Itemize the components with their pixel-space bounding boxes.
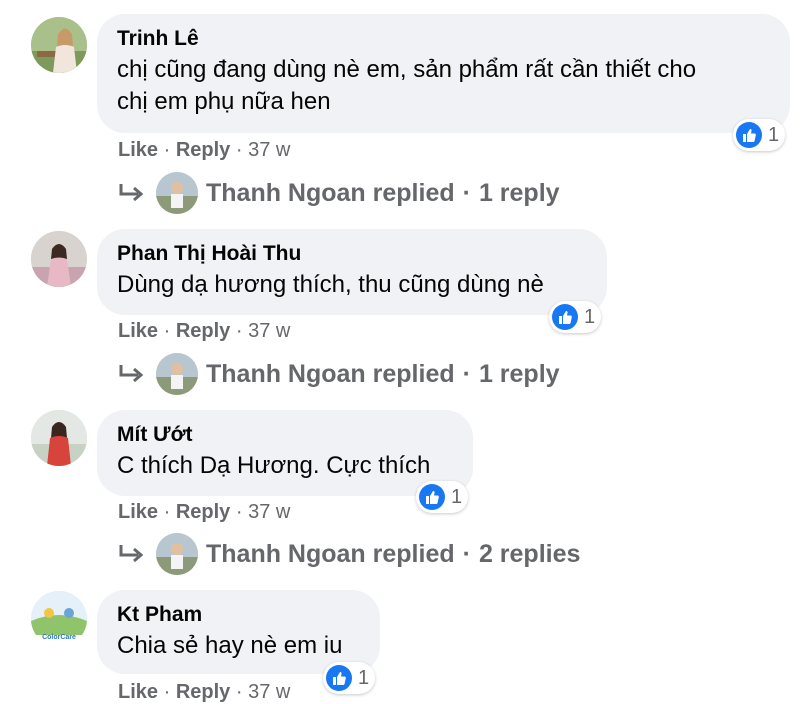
separator: · — [163, 501, 171, 523]
avatar[interactable]: ColorCare — [31, 591, 87, 647]
reply-avatar — [156, 353, 198, 395]
separator: · — [163, 681, 171, 703]
comment-author[interactable]: Trinh Lê — [117, 26, 770, 52]
like-link[interactable]: Like — [118, 681, 158, 703]
avatar[interactable] — [31, 17, 87, 73]
reply-link[interactable]: Reply — [176, 139, 230, 161]
timestamp[interactable]: 37 w — [248, 320, 290, 342]
reply-arrow-icon — [119, 184, 144, 202]
replies-author: Thanh Ngoan replied — [206, 359, 455, 388]
thumbs-up-icon — [552, 304, 578, 330]
timestamp[interactable]: 37 w — [248, 681, 290, 703]
separator: · — [235, 139, 243, 161]
comment-author[interactable]: Mít Ướt — [117, 422, 453, 448]
reaction-badge[interactable]: 1 — [733, 119, 786, 151]
separator: · — [462, 539, 471, 568]
reaction-badge[interactable]: 1 — [323, 662, 376, 694]
reply-link[interactable]: Reply — [176, 681, 230, 703]
separator: · — [235, 320, 243, 342]
like-link[interactable]: Like — [118, 501, 158, 523]
comment-text: C thích Dạ Hương. Cực thích — [117, 452, 431, 479]
separator: · — [235, 681, 243, 703]
thumbs-up-icon — [736, 122, 762, 148]
comment-bubble: Mít Ướt C thích Dạ Hương. Cực thích — [97, 410, 473, 496]
reaction-count: 1 — [451, 485, 463, 508]
comment-actions: Like · Reply · 37 w — [118, 501, 290, 524]
comment-text-line: chị cũng đang dùng nè em, sản phẩm rất c… — [117, 56, 697, 83]
replies-count: 2 replies — [478, 539, 581, 568]
avatar[interactable] — [31, 410, 87, 466]
reply-avatar — [156, 533, 198, 575]
reaction-count: 1 — [768, 123, 780, 146]
comment-text: Chia sẻ hay nè em iu — [117, 632, 343, 659]
avatar-logo-text: ColorCare — [42, 634, 76, 641]
reaction-badge[interactable]: 1 — [416, 481, 469, 513]
comment-actions: Like · Reply · 37 w — [118, 139, 290, 162]
comment-author[interactable]: Phan Thị Hoài Thu — [117, 241, 587, 267]
thumbs-up-icon — [326, 665, 352, 691]
reply-arrow-icon — [119, 365, 144, 383]
reaction-badge[interactable]: 1 — [549, 301, 602, 333]
reply-link[interactable]: Reply — [176, 320, 230, 342]
thumbs-up-icon — [419, 484, 445, 510]
replies-count: 1 reply — [478, 178, 560, 207]
view-replies[interactable]: Thanh Ngoan replied · 1 reply — [118, 172, 560, 214]
separator: · — [462, 178, 471, 207]
comment-author[interactable]: Kt Pham — [117, 602, 360, 628]
comment-text-line: chị em phụ nữa hen — [117, 88, 331, 115]
view-replies[interactable]: Thanh Ngoan replied · 1 reply — [118, 353, 560, 395]
timestamp[interactable]: 37 w — [248, 501, 290, 523]
reply-arrow-icon — [119, 545, 144, 563]
comment-bubble: Trinh Lê chị cũng đang dùng nè em, sản p… — [97, 14, 790, 133]
comment-text: Dùng dạ hương thích, thu cũng dùng nè — [117, 271, 544, 298]
comment-bubble: Phan Thị Hoài Thu Dùng dạ hương thích, t… — [97, 229, 607, 315]
reply-avatar — [156, 172, 198, 214]
separator: · — [163, 320, 171, 342]
avatar[interactable] — [31, 231, 87, 287]
like-link[interactable]: Like — [118, 139, 158, 161]
reply-link[interactable]: Reply — [176, 501, 230, 523]
timestamp[interactable]: 37 w — [248, 139, 290, 161]
view-replies[interactable]: Thanh Ngoan replied · 2 replies — [118, 533, 580, 575]
separator: · — [163, 139, 171, 161]
comment-text: chị cũng đang dùng nè em, sản phẩm rất c… — [117, 54, 770, 118]
reaction-count: 1 — [358, 666, 370, 689]
replies-author: Thanh Ngoan replied — [206, 178, 455, 207]
replies-count: 1 reply — [478, 359, 560, 388]
reaction-count: 1 — [584, 305, 596, 328]
comment-actions: Like · Reply · 37 w — [118, 681, 290, 704]
like-link[interactable]: Like — [118, 320, 158, 342]
comment-actions: Like · Reply · 37 w — [118, 320, 290, 343]
replies-author: Thanh Ngoan replied — [206, 539, 455, 568]
separator: · — [235, 501, 243, 523]
separator: · — [462, 359, 471, 388]
